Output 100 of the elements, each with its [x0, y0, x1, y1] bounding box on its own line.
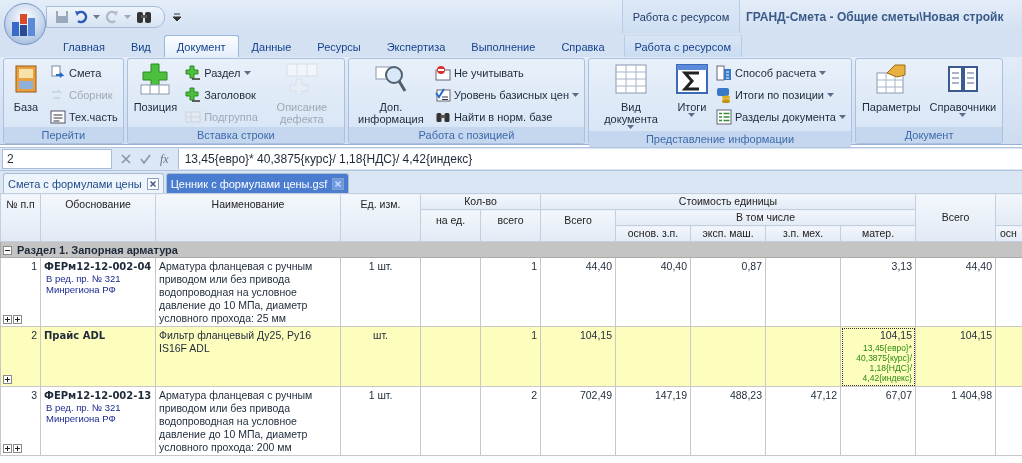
column-header: на ед. — [420, 209, 481, 242]
close-icon[interactable] — [332, 177, 345, 190]
undo-icon[interactable] — [74, 9, 88, 24]
ribbon-button[interactable]: Раздел — [183, 63, 260, 83]
ribbon-button[interactable]: Разделы документа — [714, 107, 848, 127]
sigma-icon — [676, 63, 708, 95]
tab-label: Ценник с формулами цены.gsf — [170, 177, 328, 190]
ribbon-button[interactable]: Тех.часть — [48, 107, 120, 127]
coins-icon — [716, 87, 732, 103]
ribbon-button[interactable]: Вид документа — [592, 61, 670, 131]
ribbon-tab[interactable]: Выполнение — [458, 35, 549, 57]
column-header: Всего — [915, 193, 996, 242]
quantity-value: 1 — [531, 260, 537, 272]
caret-icon — [627, 125, 635, 129]
text-lines-icon — [50, 109, 66, 125]
ribbon-button[interactable]: Параметры — [858, 61, 924, 127]
hand-table-icon — [875, 63, 908, 95]
cost-value: 40,40 — [660, 260, 687, 272]
document-tab[interactable]: Смета с формулами цены — [3, 173, 164, 193]
code-text: ФЕРм12-12-002-13 — [44, 389, 152, 402]
ribbon-button[interactable]: Итоги по позиции — [714, 85, 848, 105]
plus-icon — [185, 87, 202, 103]
group-title: Перейти — [4, 127, 123, 143]
formula-text: 13,45{евро}* 40,3875{курс}/ 1,18{НДС}/ 4,42{индекс} — [855, 342, 913, 383]
ribbon-button[interactable]: Способ расчета — [714, 63, 848, 83]
cost-value: 104,15 — [878, 329, 913, 342]
check-icon[interactable] — [140, 154, 151, 164]
document-tab[interactable]: Ценник с формулами цены.gsf — [165, 173, 350, 193]
row-number: 2 — [31, 329, 37, 341]
expand-icon[interactable] — [3, 375, 12, 384]
quantity-value: 1 — [531, 329, 537, 341]
function-button[interactable]: fx — [160, 151, 169, 167]
group-title: Представление информации — [589, 131, 851, 147]
ribbon-tab[interactable]: Работа с ресурсом — [623, 35, 742, 57]
unit-text: шт. — [373, 329, 388, 341]
ribbon-button[interactable]: Позиция — [130, 61, 181, 127]
app-logo[interactable] — [4, 3, 46, 45]
ribbon-tab[interactable]: Главная — [50, 35, 118, 57]
expand-icon[interactable] — [3, 444, 12, 453]
total-value: 44,40 — [965, 260, 993, 272]
ribbon-button[interactable]: Смета — [48, 63, 120, 83]
ribbon-tab[interactable]: Документ — [163, 35, 239, 57]
ribbon-tab[interactable]: Вид — [117, 35, 164, 57]
total-value: 1 404,98 — [951, 389, 993, 401]
caret-icon — [838, 115, 846, 119]
unit-text: 1 шт. — [368, 260, 393, 272]
window-title: ГРАНД-Смета - Общие сметы\Новая стройк — [745, 9, 1005, 24]
collapse-icon[interactable] — [3, 245, 12, 255]
unit-text: 1 шт. — [368, 389, 393, 401]
code-text: ФЕРм12-12-002-04 — [44, 260, 152, 273]
column-header: № п.п — [0, 193, 41, 242]
ribbon-button[interactable]: Найти в норм. базе — [432, 107, 581, 127]
book-icon — [946, 63, 979, 95]
expand-icon[interactable] — [3, 315, 12, 324]
cost-value: 104,15 — [579, 329, 612, 341]
ribbon-button[interactable]: Доп. информация — [351, 61, 430, 127]
customize-menu-icon[interactable] — [173, 12, 181, 21]
ribbon-button[interactable]: Итоги — [673, 61, 711, 131]
cost-value: 147,19 — [654, 389, 687, 401]
ribbon-tab[interactable]: Данные — [238, 35, 305, 57]
group-title: Работа с позицией — [348, 127, 584, 143]
ribbon-tab[interactable]: Ресурсы — [304, 35, 374, 57]
section-title: Раздел 1. Запорная арматура — [17, 243, 178, 256]
caret-icon — [688, 113, 696, 117]
group-title: Документ — [855, 127, 1003, 143]
table-icon — [615, 63, 647, 95]
caret-icon — [827, 93, 834, 97]
column-header: всего — [480, 209, 541, 242]
plus-icon — [185, 65, 202, 81]
ribbon-button[interactable]: База — [7, 61, 45, 127]
close-icon[interactable] — [146, 177, 159, 190]
list-icon — [716, 109, 732, 125]
column-header: Кол-во — [420, 193, 541, 210]
total-value: 104,15 — [959, 329, 993, 341]
cost-value: 47,12 — [810, 389, 837, 401]
cost-value: 67,07 — [884, 389, 913, 402]
code-text: Прайс ADL — [44, 329, 107, 342]
ribbon-tab[interactable]: Справка — [548, 35, 618, 57]
formula-field[interactable]: 13,45{евро}* 40,3875{курс}/ 1,18{НДС}/ 4,42{индекс} — [177, 149, 1022, 169]
ribbon-tab[interactable]: Экспертиза — [373, 35, 459, 57]
caret-icon — [243, 71, 251, 75]
row-number: 1 — [31, 260, 37, 272]
note-text: В ред. пр. № 321 Минрегиона РФ — [45, 402, 122, 424]
tab-label: Смета с формулами цены — [8, 177, 142, 190]
calculator-icon — [716, 65, 732, 81]
context-tab-header: Работа с ресурсом — [622, 0, 740, 33]
ribbon-button[interactable]: Справочники — [926, 61, 1000, 127]
column-header: Ед. изм. — [340, 193, 421, 242]
caret-icon[interactable] — [93, 14, 100, 19]
expand-icon[interactable] — [13, 444, 22, 453]
ribbon-button[interactable]: Не учитывать — [432, 63, 581, 83]
cell-name-field[interactable]: 2 — [2, 149, 112, 169]
binoculars-icon[interactable] — [136, 9, 152, 24]
table-plus-icon — [285, 63, 318, 95]
cost-value: 44,40 — [585, 260, 612, 272]
expand-icon[interactable] — [13, 315, 22, 324]
ribbon-button[interactable]: Уровень базисных цен — [432, 85, 581, 105]
column-header: Всего — [540, 209, 616, 242]
ribbon-button[interactable]: Заголовок — [183, 85, 260, 105]
cost-value: 3,13 — [890, 260, 913, 273]
